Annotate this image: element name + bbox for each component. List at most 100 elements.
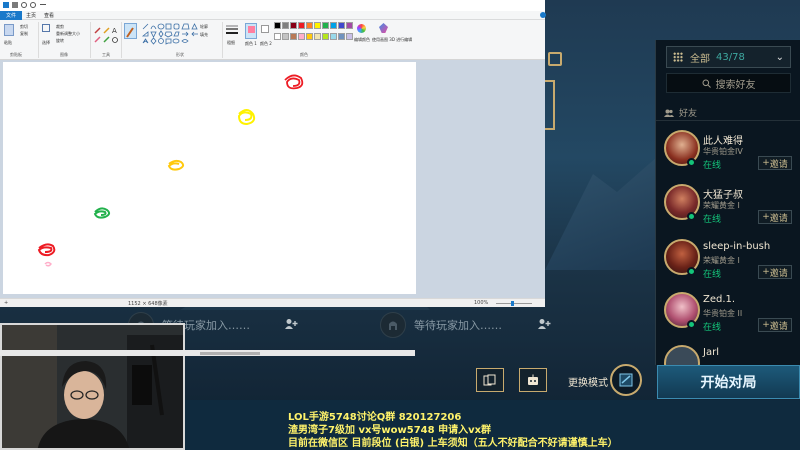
plus-icon: +: [762, 212, 770, 222]
online-indicator: [687, 212, 696, 221]
crop-button[interactable]: 裁剪: [56, 24, 64, 30]
palette-swatch[interactable]: [274, 32, 281, 40]
tab-home[interactable]: 主页: [26, 11, 36, 20]
paint3d-icon[interactable]: [379, 23, 388, 33]
paste-icon[interactable]: [4, 24, 14, 36]
palette-swatch[interactable]: [306, 32, 313, 40]
edit-colors-icon[interactable]: [357, 24, 366, 33]
undo-icon[interactable]: [21, 2, 27, 8]
red-scribble: [284, 74, 304, 90]
scrollbar-thumb[interactable]: [200, 352, 260, 355]
fill-button[interactable]: 填充: [200, 32, 208, 38]
size-label[interactable]: 粗细: [227, 40, 235, 46]
palette-swatch[interactable]: [346, 22, 353, 29]
invite-label: 邀请: [769, 321, 788, 332]
start-match-button[interactable]: 开始对局: [657, 365, 800, 399]
divider: [121, 22, 122, 58]
palette-swatch[interactable]: [290, 32, 297, 40]
invite-button[interactable]: + 邀请: [758, 265, 792, 279]
paste-label[interactable]: 粘贴: [4, 40, 12, 46]
swap-mode-icon: [619, 373, 633, 387]
palette-swatch[interactable]: [338, 22, 345, 29]
waiting-slot-2[interactable]: 等待玩家加入……: [380, 310, 502, 340]
cards-button[interactable]: [476, 368, 504, 392]
swap-mode-button[interactable]: [610, 364, 642, 396]
friend-search-input[interactable]: 搜索好友: [666, 73, 791, 93]
redo-icon[interactable]: [30, 2, 36, 8]
friends-group-header[interactable]: 好友: [664, 106, 697, 119]
palette-swatch[interactable]: [306, 22, 313, 29]
palette-swatch[interactable]: [298, 32, 305, 40]
side-tab-icon[interactable]: [548, 52, 562, 66]
friend-item[interactable]: sleep-in-bush 荣耀黄金 I 在线 + 邀请: [656, 239, 800, 289]
friend-name: 大猛子叔: [703, 190, 743, 201]
background-mountain: [545, 150, 665, 270]
online-indicator: [687, 267, 696, 276]
bot-button[interactable]: [519, 368, 547, 392]
palette-swatch[interactable]: [346, 32, 353, 40]
resize-button[interactable]: 重新调整大小: [56, 31, 80, 37]
palette-swatch[interactable]: [290, 22, 297, 29]
palette-swatch[interactable]: [330, 22, 337, 29]
drawing-canvas[interactable]: [3, 62, 416, 294]
waiting-slot-label: 等待玩家加入……: [414, 319, 502, 332]
palette-swatch[interactable]: [322, 32, 329, 40]
quick-access-dropdown-icon[interactable]: [40, 4, 46, 5]
invite-label: 邀请: [769, 213, 788, 224]
color-palette[interactable]: [274, 22, 354, 42]
info-line: 目前在微信区 目前段位 (白银) 上车须知（五人不好配合不好请谨慎上车）: [288, 438, 618, 449]
title-bar: [0, 0, 545, 11]
shapes-gallery[interactable]: [141, 23, 209, 45]
invite-button[interactable]: + 邀请: [758, 156, 792, 170]
cut-button[interactable]: 剪切: [20, 24, 28, 30]
save-icon[interactable]: [12, 2, 18, 8]
menu-file[interactable]: 文件: [0, 11, 22, 20]
friend-item[interactable]: 大猛子叔 荣耀黄金 I 在线 + 邀请: [656, 184, 800, 234]
palette-swatch[interactable]: [330, 32, 337, 40]
helmet-icon: [380, 312, 406, 338]
pink-mark: [44, 261, 52, 267]
tab-view[interactable]: 查看: [44, 11, 54, 20]
palette-swatch[interactable]: [282, 32, 289, 40]
line-size-icon[interactable]: [226, 25, 238, 35]
zoom-slider-thumb[interactable]: [511, 301, 514, 306]
palette-swatch[interactable]: [322, 22, 329, 29]
help-icon[interactable]: [540, 12, 546, 18]
palette-swatch[interactable]: [298, 22, 305, 29]
cards-icon: [483, 374, 496, 386]
palette-swatch[interactable]: [314, 32, 321, 40]
copy-button[interactable]: 复制: [20, 31, 28, 37]
friend-item[interactable]: Jarl: [656, 345, 800, 365]
palette-swatch[interactable]: [338, 32, 345, 40]
color2-swatch[interactable]: [261, 25, 269, 33]
side-panel-frame: [545, 80, 555, 130]
rotate-button[interactable]: 旋转: [56, 38, 64, 44]
tools-icons[interactable]: A: [94, 25, 120, 45]
friend-name: 此人难得: [703, 136, 743, 147]
edit-colors-button[interactable]: 编辑颜色: [354, 37, 370, 43]
add-player-icon[interactable]: [284, 318, 298, 330]
plus-icon: +: [762, 267, 770, 277]
palette-swatch[interactable]: [314, 22, 321, 29]
plus-icon: +: [762, 320, 770, 330]
group-label: 好友: [679, 109, 698, 119]
paint3d-button[interactable]: 使用画图 3D 进行编辑: [372, 37, 412, 43]
add-player-icon[interactable]: [537, 318, 551, 330]
color1-selector[interactable]: [245, 23, 257, 39]
invite-button[interactable]: + 邀请: [758, 318, 792, 332]
zoom-level: 100%: [474, 300, 489, 306]
palette-swatch[interactable]: [282, 22, 289, 29]
friend-item[interactable]: Zed.1. 华贵铂金 II 在线 + 邀请: [656, 292, 800, 342]
webcam-image: [2, 325, 183, 448]
friend-filter-dropdown[interactable]: 全部 43/78 ⌄: [666, 46, 791, 68]
zoom-slider[interactable]: [496, 303, 532, 304]
friend-item[interactable]: 此人难得 华贵铂金IV 在线 + 邀请: [656, 130, 800, 180]
palette-swatch[interactable]: [274, 22, 281, 29]
green-scribble: [93, 207, 111, 219]
online-count: 43/78: [716, 51, 745, 63]
select-icon[interactable]: [42, 24, 50, 32]
outline-button[interactable]: 轮廓: [200, 24, 208, 30]
brush-icon[interactable]: [124, 23, 137, 39]
invite-button[interactable]: + 邀请: [758, 210, 792, 224]
select-button[interactable]: 选择: [42, 40, 50, 46]
